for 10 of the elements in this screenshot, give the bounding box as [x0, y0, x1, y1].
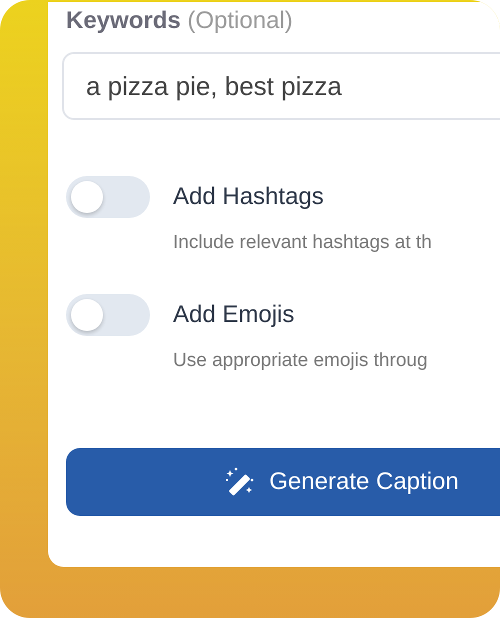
keywords-input-field[interactable]: a pizza pie, best pizza — [62, 52, 500, 120]
option-title: Add Emojis — [173, 301, 294, 329]
option-description: Use appropriate emojis throug — [173, 350, 428, 372]
toggle-switch[interactable] — [66, 176, 150, 218]
generate-button[interactable]: Generate Caption — [66, 448, 500, 516]
option-title: Add Hashtags — [173, 183, 324, 211]
option-description: Include relevant hashtags at th — [173, 232, 432, 254]
magic-wand-icon — [225, 467, 256, 497]
field-label: Keywords (Optional) — [66, 6, 293, 36]
toggle-switch[interactable] — [66, 294, 150, 336]
